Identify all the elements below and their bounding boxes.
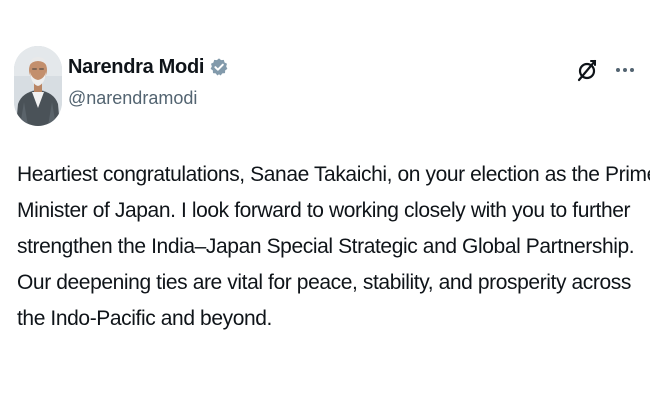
- display-name[interactable]: Narendra Modi: [68, 56, 204, 79]
- ellipsis-icon: [616, 68, 634, 72]
- handle[interactable]: @narendramodi: [68, 88, 229, 109]
- avatar[interactable]: [14, 46, 62, 126]
- tweet-card[interactable]: Narendra Modi @narendramodi Heartiest co…: [0, 0, 650, 418]
- tweet-body: Heartiest congratulations, Sanae Takaich…: [17, 157, 650, 337]
- tweet-header: Narendra Modi @narendramodi: [14, 44, 636, 134]
- display-name-row: Narendra Modi: [68, 54, 229, 80]
- tweet-text-line: Minister of Japan. I look forward to wor…: [17, 199, 631, 222]
- grok-logo-icon: [577, 59, 597, 82]
- tweet-text-line: strengthen the India–Japan Special Strat…: [17, 235, 635, 258]
- tweet-text-line: Heartiest congratulations, Sanae Takaich…: [17, 163, 650, 186]
- author-block[interactable]: Narendra Modi @narendramodi: [68, 54, 229, 109]
- header-actions: [576, 58, 636, 82]
- more-icon[interactable]: [614, 59, 636, 81]
- grok-icon[interactable]: [576, 58, 598, 82]
- verified-badge-icon[interactable]: [209, 57, 229, 77]
- verified-check-icon: [210, 58, 228, 76]
- avatar-photo-icon: [14, 46, 62, 126]
- tweet-text-line: Our deepening ties are vital for peace, …: [17, 271, 631, 294]
- tweet-text-line: the Indo-Pacific and beyond.: [17, 307, 272, 330]
